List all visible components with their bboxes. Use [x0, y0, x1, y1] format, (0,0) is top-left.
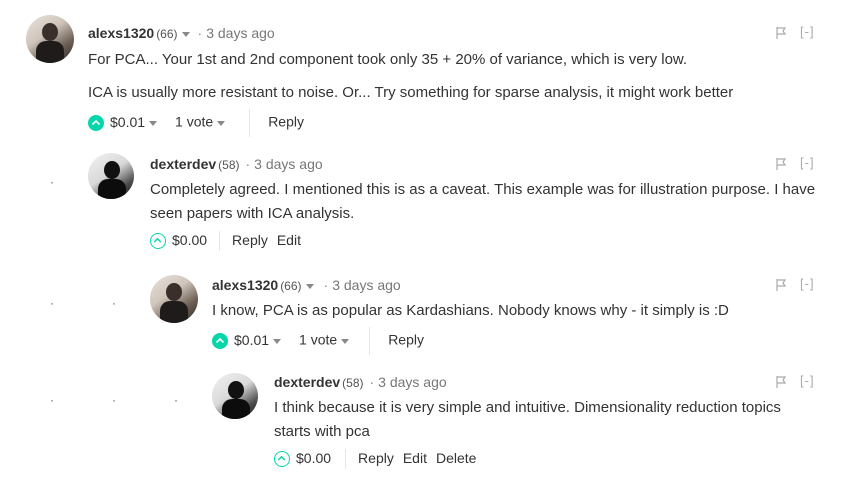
comment-meta: dexterdev (58) · 3 days ago	[274, 373, 447, 392]
timestamp[interactable]: 3 days ago	[206, 25, 275, 41]
reply-button[interactable]: Reply	[232, 232, 268, 248]
flag-icon[interactable]	[776, 278, 786, 291]
avatar[interactable]	[150, 275, 198, 323]
collapse-toggle[interactable]: [-]	[800, 373, 815, 388]
delete-button[interactable]: Delete	[436, 450, 476, 466]
collapse-toggle[interactable]: [-]	[800, 276, 815, 291]
comment-controls: [-]	[776, 276, 815, 291]
avatar[interactable]	[26, 15, 74, 63]
comment: dexterdev (58) · 3 days ago [-] Completely …	[88, 153, 828, 255]
caret-down-icon[interactable]	[305, 283, 314, 289]
comment-controls: [-]	[776, 24, 815, 39]
comment-controls: [-]	[776, 373, 815, 388]
comment-meta: alexs1320 (66) · 3 days ago	[212, 276, 401, 295]
thread-indent-dot: ·	[112, 393, 116, 407]
comment-controls: [-]	[776, 155, 815, 170]
separator-dot: ·	[369, 374, 375, 390]
divider	[345, 449, 347, 470]
thread-indent-dot: ·	[174, 393, 178, 407]
payout-value[interactable]: $0.01	[234, 332, 269, 348]
caret-down-icon[interactable]	[149, 120, 158, 126]
author-name[interactable]: dexterdev	[274, 374, 340, 390]
thread-indent-dot: ·	[112, 296, 116, 310]
author-reputation: (66)	[156, 27, 178, 41]
timestamp[interactable]: 3 days ago	[254, 156, 323, 172]
avatar[interactable]	[212, 373, 258, 419]
divider	[219, 231, 221, 252]
comment-body: Completely agreed. I mentioned this is a…	[150, 178, 818, 226]
author-name[interactable]: alexs1320	[88, 25, 154, 41]
collapse-toggle[interactable]: [-]	[800, 155, 815, 170]
chevron-up-icon	[153, 238, 162, 243]
comment-meta: alexs1320 (66) · 3 days ago	[88, 24, 275, 43]
comment-body: I think because it is very simple and in…	[274, 396, 814, 444]
payout-value[interactable]: $0.00	[296, 450, 331, 466]
comment-paragraph: I think because it is very simple and in…	[274, 399, 781, 440]
comment-paragraph: Completely agreed. I mentioned this is a…	[150, 181, 816, 222]
author-name[interactable]: alexs1320	[212, 277, 278, 293]
timestamp[interactable]: 3 days ago	[332, 277, 401, 293]
thread-indent-dot: ·	[50, 296, 54, 310]
chevron-up-icon	[277, 456, 286, 461]
comment-paragraph: For PCA... Your 1st and 2nd component to…	[88, 51, 688, 68]
caret-down-icon[interactable]	[341, 338, 350, 344]
caret-down-icon[interactable]	[217, 120, 226, 126]
author-reputation: (58)	[342, 376, 364, 390]
caret-down-icon[interactable]	[273, 338, 282, 344]
comment-actions: $0.00 Reply Edit Delete	[274, 448, 476, 470]
vote-count[interactable]: 1 vote	[299, 332, 337, 348]
upvote-button[interactable]	[88, 115, 104, 131]
divider	[369, 327, 371, 355]
comment-body: For PCA... Your 1st and 2nd component to…	[88, 48, 733, 105]
caret-down-icon[interactable]	[181, 31, 190, 37]
separator-dot: ·	[245, 156, 251, 172]
chevron-up-icon	[215, 337, 225, 344]
upvote-button[interactable]	[212, 333, 228, 349]
avatar[interactable]	[88, 153, 134, 199]
separator-dot: ·	[323, 277, 329, 293]
thread-indent-dot: ·	[50, 175, 54, 189]
comment: alexs1320 (66) · 3 days ago [-] For PCA... …	[26, 15, 828, 137]
flag-icon[interactable]	[776, 26, 786, 39]
comment-paragraph: ICA is usually more resistant to noise. …	[88, 84, 734, 101]
edit-button[interactable]: Edit	[277, 232, 301, 248]
comment: dexterdev (58) · 3 days ago [-] I think bec…	[212, 373, 828, 473]
author-reputation: (66)	[280, 279, 302, 293]
reply-button[interactable]: Reply	[388, 332, 424, 348]
upvote-button[interactable]	[150, 233, 166, 250]
flag-icon[interactable]	[776, 157, 786, 170]
reply-button[interactable]: Reply	[358, 450, 394, 466]
flag-icon[interactable]	[776, 375, 786, 388]
edit-button[interactable]: Edit	[403, 450, 427, 466]
comment-actions: $0.01 1 vote Reply	[212, 327, 424, 355]
comment-meta: dexterdev (58) · 3 days ago	[150, 155, 323, 174]
upvote-button[interactable]	[274, 451, 290, 468]
author-reputation: (58)	[218, 158, 240, 172]
comment-actions: $0.01 1 vote Reply	[88, 109, 304, 137]
vote-count[interactable]: 1 vote	[175, 114, 213, 130]
comment: alexs1320 (66) · 3 days ago [-] I know, PCA…	[150, 275, 828, 356]
collapse-toggle[interactable]: [-]	[800, 24, 815, 39]
payout-value[interactable]: $0.01	[110, 114, 145, 130]
comment-actions: $0.00 Reply Edit	[150, 230, 301, 252]
divider	[249, 109, 251, 137]
comment-paragraph: I know, PCA is as popular as Kardashians…	[212, 302, 729, 319]
payout-value[interactable]: $0.00	[172, 232, 207, 248]
chevron-up-icon	[91, 119, 101, 126]
timestamp[interactable]: 3 days ago	[378, 374, 447, 390]
author-name[interactable]: dexterdev	[150, 156, 216, 172]
separator-dot: ·	[197, 25, 203, 41]
thread-indent-dot: ·	[50, 393, 54, 407]
reply-button[interactable]: Reply	[268, 114, 304, 130]
comment-body: I know, PCA is as popular as Kardashians…	[212, 299, 729, 323]
